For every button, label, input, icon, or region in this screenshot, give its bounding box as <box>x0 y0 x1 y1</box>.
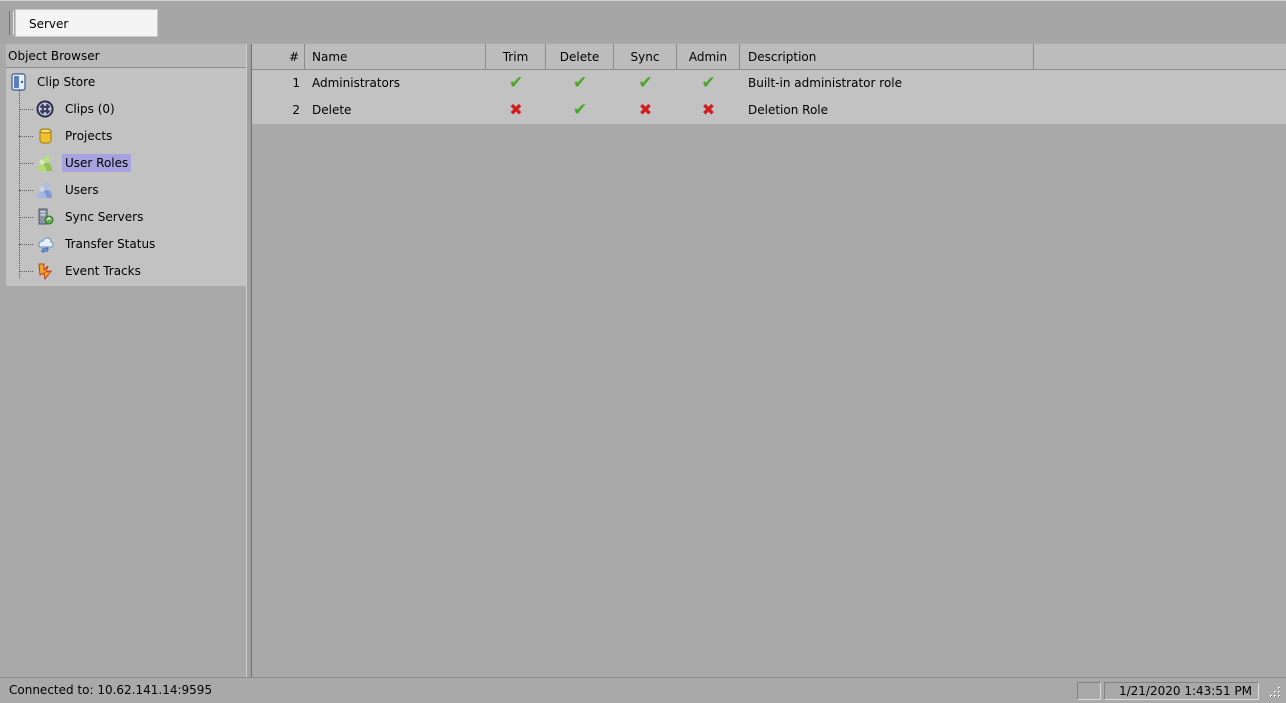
status-bar: Connected to: 10.62.141.14:9595 1/21/202… <box>0 677 1286 702</box>
sync-permission: ✖ <box>614 97 677 124</box>
row-description: Built-in administrator role <box>748 76 902 90</box>
table-row[interactable]: 1 Administrators ✔ ✔ ✔ ✔ Built-in admini… <box>252 70 1286 97</box>
tree-item-label: Transfer Status <box>65 237 156 251</box>
row-description: Deletion Role <box>748 103 828 117</box>
tree-connector <box>19 243 33 245</box>
column-header-number[interactable]: # <box>252 44 305 69</box>
check-icon: ✔ <box>572 100 588 120</box>
user-roles-grid: # Name Trim Delete Sync Admin Descriptio… <box>252 44 1286 677</box>
column-header-filler <box>1034 44 1286 69</box>
connection-status: Connected to: 10.62.141.14:9595 <box>9 683 213 697</box>
row-name: Administrators <box>312 76 401 90</box>
tree-item-label: Event Tracks <box>65 264 141 278</box>
column-header-name[interactable]: Name <box>305 44 486 69</box>
tree-item-sync-servers[interactable]: Sync Servers <box>19 204 146 230</box>
column-header-sync[interactable]: Sync <box>614 44 677 69</box>
tree-connector <box>19 108 33 110</box>
table-row[interactable]: 2 Delete ✖ ✔ ✖ ✖ Deletion Role <box>252 97 1286 124</box>
grid-body: 1 Administrators ✔ ✔ ✔ ✔ Built-in admini… <box>252 70 1286 124</box>
column-header-description[interactable]: Description <box>740 44 1034 69</box>
delete-permission: ✔ <box>546 70 614 97</box>
row-number: 1 <box>292 76 300 90</box>
tree-connector <box>19 216 33 218</box>
cross-icon: ✖ <box>701 100 716 119</box>
object-browser-header: Object Browser <box>6 44 246 68</box>
user-roles-icon <box>36 154 54 172</box>
tree-item-label: Sync Servers <box>65 210 144 224</box>
sync-permission: ✔ <box>614 70 677 97</box>
projects-cylinder-icon <box>36 127 54 145</box>
tree-item-label: Clips (0) <box>65 102 115 116</box>
object-browser-panel: Object Browser Clip Store Clips (0) Proj… <box>6 44 246 677</box>
toolbar-grip[interactable] <box>9 11 14 35</box>
clips-reel-icon <box>36 100 54 118</box>
check-icon: ✔ <box>638 73 653 93</box>
admin-permission: ✔ <box>677 70 740 97</box>
tree-item-user-roles[interactable]: User Roles <box>19 150 132 176</box>
tree-root-label: Clip Store <box>37 75 96 89</box>
row-number: 2 <box>292 103 300 117</box>
tree-item-projects[interactable]: Projects <box>19 123 115 149</box>
cross-icon: ✖ <box>509 100 523 119</box>
transfer-status-icon <box>36 235 54 253</box>
tree-item-clips[interactable]: Clips (0) <box>19 96 118 122</box>
tree-connector <box>19 162 33 164</box>
column-header-trim[interactable]: Trim <box>486 44 546 69</box>
users-icon <box>36 181 54 199</box>
tree-connector <box>19 270 33 272</box>
sync-servers-icon <box>36 208 54 226</box>
clip-store-icon <box>10 73 28 91</box>
resize-grip-icon[interactable] <box>1268 685 1282 699</box>
server-tab[interactable]: Server <box>15 9 158 37</box>
column-header-admin[interactable]: Admin <box>677 44 740 69</box>
trim-permission: ✔ <box>486 70 546 97</box>
object-tree: Clip Store Clips (0) Projects User Roles… <box>6 68 246 286</box>
tree-item-label: Users <box>65 183 99 197</box>
row-name: Delete <box>312 103 352 117</box>
tree-item-users[interactable]: Users <box>19 177 102 203</box>
status-datetime: 1/21/2020 1:43:51 PM <box>1104 682 1259 700</box>
tree-connector <box>19 189 33 191</box>
column-header-delete[interactable]: Delete <box>546 44 614 69</box>
cross-icon: ✖ <box>638 100 653 119</box>
event-tracks-icon <box>36 262 54 281</box>
check-icon: ✔ <box>508 73 524 93</box>
tree-connector <box>19 135 33 137</box>
tree-root-clip-store[interactable]: Clip Store <box>6 69 95 95</box>
top-toolbar: Server <box>0 0 1286 43</box>
tree-item-event-tracks[interactable]: Event Tracks <box>19 258 144 284</box>
tree-item-label: Projects <box>65 129 113 143</box>
admin-permission: ✖ <box>677 97 740 124</box>
tree-item-label: User Roles <box>62 154 132 172</box>
trim-permission: ✖ <box>486 97 546 124</box>
check-icon: ✔ <box>572 73 588 93</box>
status-panel-empty <box>1077 682 1101 700</box>
check-icon: ✔ <box>701 73 716 93</box>
delete-permission: ✔ <box>546 97 614 124</box>
grid-header: # Name Trim Delete Sync Admin Descriptio… <box>252 44 1286 70</box>
tree-item-transfer-status[interactable]: Transfer Status <box>19 231 158 257</box>
